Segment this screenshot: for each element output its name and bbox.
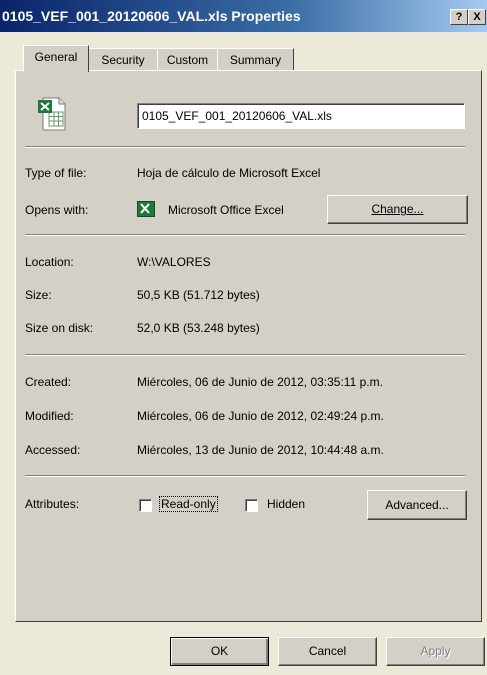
- read-only-checkbox[interactable]: [139, 499, 152, 512]
- apply-button[interactable]: Apply: [386, 637, 485, 666]
- separator: [25, 234, 465, 236]
- location-value: W:\VALORES: [137, 255, 211, 269]
- file-name-field[interactable]: 0105_VEF_001_20120606_VAL.xls: [137, 103, 465, 129]
- ok-button[interactable]: OK: [170, 637, 269, 666]
- tab-general[interactable]: General: [23, 45, 89, 72]
- tab-custom[interactable]: Custom: [157, 48, 218, 71]
- change-button-label: Change...: [371, 202, 424, 216]
- cancel-button[interactable]: Cancel: [278, 637, 377, 666]
- general-panel: [15, 70, 482, 622]
- type-value: Hoja de cálculo de Microsoft Excel: [137, 166, 321, 180]
- opens-with-value: Microsoft Office Excel: [168, 203, 284, 217]
- window-title: 0105_VEF_001_20120606_VAL.xls Properties: [2, 8, 301, 24]
- separator: [25, 475, 465, 477]
- modified-label: Modified:: [25, 409, 74, 423]
- size-label: Size:: [25, 288, 52, 302]
- file-name-value: 0105_VEF_001_20120606_VAL.xls: [142, 109, 332, 123]
- created-value: Miércoles, 06 de Junio de 2012, 03:35:11…: [137, 375, 383, 389]
- separator: [25, 146, 465, 148]
- change-button[interactable]: Change...: [327, 195, 468, 224]
- help-button[interactable]: ?: [450, 9, 468, 25]
- size-on-disk-value: 52,0 KB (53.248 bytes): [137, 321, 260, 335]
- opens-with-label: Opens with:: [25, 203, 89, 217]
- hidden-checkbox[interactable]: [245, 499, 258, 512]
- excel-file-icon: [37, 96, 69, 132]
- type-label: Type of file:: [25, 166, 87, 180]
- close-button[interactable]: X: [468, 9, 486, 25]
- size-on-disk-label: Size on disk:: [25, 321, 94, 335]
- read-only-label[interactable]: Read-only: [159, 496, 218, 512]
- attributes-label: Attributes:: [25, 497, 80, 511]
- title-bar: 0105_VEF_001_20120606_VAL.xls Properties…: [0, 0, 487, 32]
- separator: [25, 354, 465, 356]
- hidden-label[interactable]: Hidden: [267, 497, 305, 511]
- modified-value: Miércoles, 06 de Junio de 2012, 02:49:24…: [137, 409, 384, 423]
- size-value: 50,5 KB (51.712 bytes): [137, 288, 260, 302]
- excel-app-icon: [137, 201, 155, 217]
- accessed-value: Miércoles, 13 de Junio de 2012, 10:44:48…: [137, 443, 384, 457]
- tab-summary[interactable]: Summary: [217, 48, 294, 71]
- tab-security[interactable]: Security: [88, 48, 158, 71]
- created-label: Created:: [25, 375, 72, 389]
- location-label: Location:: [25, 255, 74, 269]
- advanced-button[interactable]: Advanced...: [367, 490, 467, 520]
- accessed-label: Accessed:: [25, 443, 81, 457]
